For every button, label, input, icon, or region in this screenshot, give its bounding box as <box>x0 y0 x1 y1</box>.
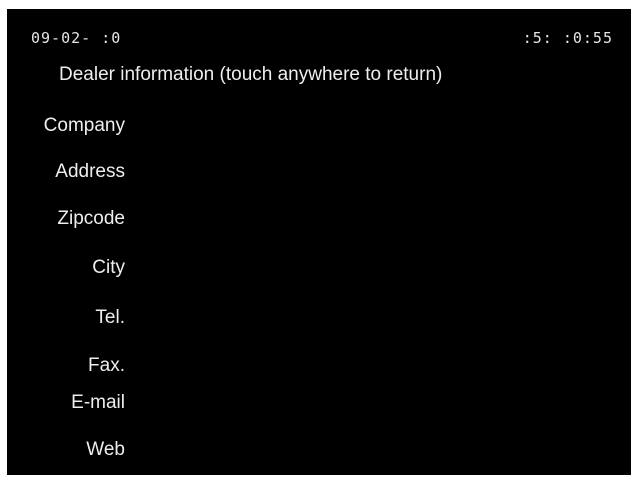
dealer-info-screen[interactable]: 09-02- :0 :5: :0:55 Dealer information (… <box>7 9 631 475</box>
field-label-address: Address <box>55 161 125 182</box>
field-label-tel: Tel. <box>95 307 125 328</box>
status-time: :5: :0:55 <box>522 29 613 47</box>
field-label-city: City <box>92 257 125 278</box>
status-date: 09-02- :0 <box>31 29 122 47</box>
field-label-web: Web <box>86 439 125 460</box>
field-label-fax: Fax. <box>88 355 125 376</box>
field-label-company: Company <box>43 115 125 136</box>
page-title: Dealer information (touch anywhere to re… <box>59 64 443 85</box>
field-label-zipcode: Zipcode <box>57 208 125 229</box>
field-label-email: E-mail <box>71 392 125 413</box>
